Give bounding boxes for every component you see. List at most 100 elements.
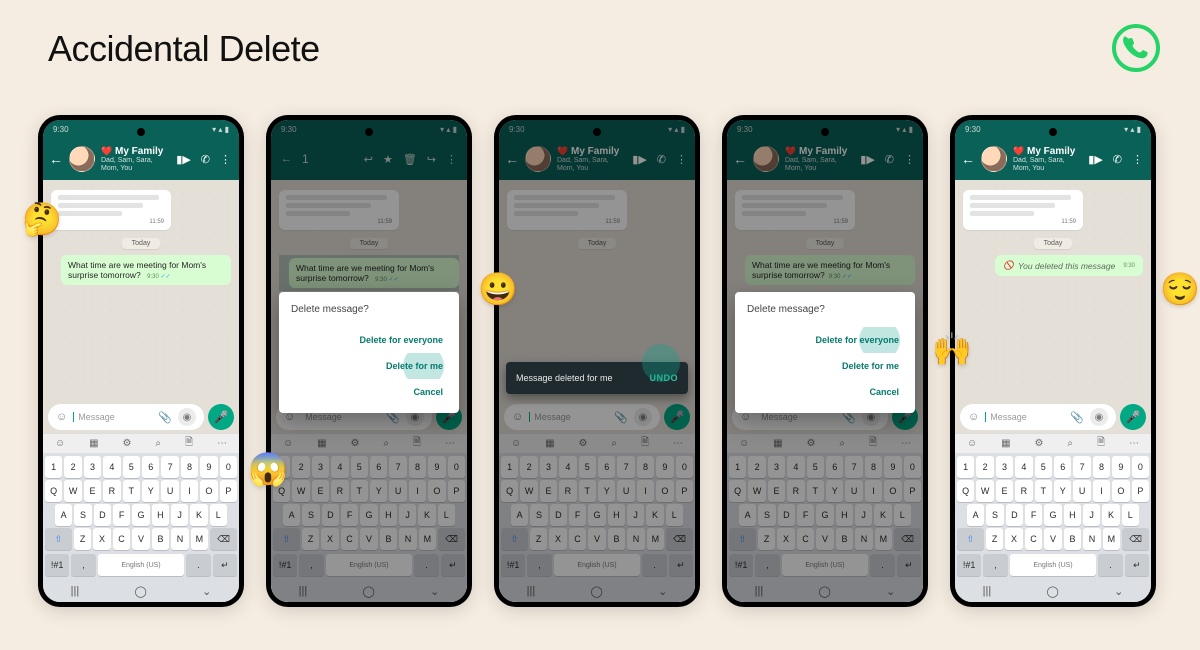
key-t[interactable]: T [123,480,140,502]
key-m[interactable]: M [191,528,208,550]
key-e[interactable]: E [996,480,1013,502]
key-3[interactable]: 3 [996,456,1013,478]
key-s[interactable]: S [74,504,91,526]
key-w[interactable]: W [976,480,993,502]
key-6[interactable]: 6 [142,456,159,478]
cancel-button[interactable]: Cancel [291,379,447,405]
key-j[interactable]: J [171,504,188,526]
key-4[interactable]: 4 [1015,456,1032,478]
key-o[interactable]: O [200,480,217,502]
key-g[interactable]: G [132,504,149,526]
key-k[interactable]: K [1102,504,1119,526]
delete-for-me-button[interactable]: Delete for me [747,353,903,379]
space-key[interactable]: English (US) [98,554,185,576]
emoji-tab-icon[interactable]: ☺ [55,438,65,449]
key-2[interactable]: 2 [64,456,81,478]
key-o[interactable]: O [1112,480,1129,502]
enter-key[interactable]: ↵ [213,554,237,576]
deleted-message[interactable]: 🚫 You deleted this message 9:30 [995,255,1143,276]
backspace-key[interactable]: ⌫ [1122,528,1149,550]
more-icon[interactable]: ⋮ [220,153,231,166]
attach-icon[interactable]: 📎 [158,411,172,424]
key-4[interactable]: 4 [103,456,120,478]
voice-call-icon[interactable]: ✆ [1113,153,1122,166]
home-icon[interactable]: ◯ [135,585,147,598]
key-u[interactable]: U [161,480,178,502]
translate-tab-icon[interactable]: 🗎 [185,435,193,452]
emoji-icon[interactable]: ☺ [968,411,979,423]
enter-key[interactable]: ↵ [1125,554,1149,576]
key-9[interactable]: 9 [200,456,217,478]
keyboard-toolbar[interactable]: ☺▦⚙⌕🗎⋯ [955,433,1151,453]
emoji-icon[interactable]: ☺ [56,411,67,423]
key-d[interactable]: D [94,504,111,526]
search-tab-icon[interactable]: ⌕ [155,438,161,449]
key-r[interactable]: R [1015,480,1032,502]
key-a[interactable]: A [967,504,984,526]
backspace-key[interactable]: ⌫ [210,528,237,550]
voice-call-icon[interactable]: ✆ [201,153,210,166]
chat-body[interactable]: 11:59 Today 🚫 You deleted this message 9… [955,180,1151,400]
key-b[interactable]: B [1064,528,1081,550]
key-q[interactable]: Q [45,480,62,502]
more-icon[interactable]: ⋮ [1132,153,1143,166]
key-y[interactable]: Y [1054,480,1071,502]
key-f[interactable]: F [113,504,130,526]
comma-key[interactable]: , [983,554,1007,576]
key-8[interactable]: 8 [1093,456,1110,478]
android-navbar[interactable]: |||◯⌄ [955,580,1151,602]
key-l[interactable]: L [1122,504,1139,526]
key-8[interactable]: 8 [181,456,198,478]
key-n[interactable]: N [171,528,188,550]
key-r[interactable]: R [103,480,120,502]
cancel-button[interactable]: Cancel [747,379,903,405]
key-e[interactable]: E [84,480,101,502]
back-nav-icon[interactable]: ⌄ [1114,585,1123,598]
key-u[interactable]: U [1073,480,1090,502]
key-5[interactable]: 5 [123,456,140,478]
shift-key[interactable]: ⇧ [45,528,72,550]
key-c[interactable]: C [1025,528,1042,550]
key-i[interactable]: I [1093,480,1110,502]
keyboard[interactable]: 1234567890QWERTYUIOP ASDFGHJKL ⇧ZXCVBNM⌫… [955,453,1151,580]
key-c[interactable]: C [113,528,130,550]
message-input[interactable]: ☺ Message 📎 ◉ [48,404,204,430]
keyboard-toolbar[interactable]: ☺▦⚙⌕🗎⋯ [43,433,239,453]
key-a[interactable]: A [55,504,72,526]
key-9[interactable]: 9 [1112,456,1129,478]
key-0[interactable]: 0 [1132,456,1149,478]
delete-for-everyone-button[interactable]: Delete for everyone [747,327,903,353]
camera-icon[interactable]: ◉ [1090,408,1108,426]
android-navbar[interactable]: ||| ◯ ⌄ [43,580,239,602]
key-k[interactable]: K [190,504,207,526]
symbols-key[interactable]: !#1 [957,554,981,576]
key-i[interactable]: I [181,480,198,502]
back-icon[interactable]: ← [961,151,975,167]
key-n[interactable]: N [1083,528,1100,550]
key-x[interactable]: X [93,528,110,550]
chat-titles[interactable]: ❤️ My Family Dad, Sam, Sara, Mom, You [101,146,170,172]
key-f[interactable]: F [1025,504,1042,526]
key-q[interactable]: Q [957,480,974,502]
key-d[interactable]: D [1006,504,1023,526]
more-tab-icon[interactable]: ⋯ [217,438,227,449]
settings-tab-icon[interactable]: ⚙ [123,438,132,449]
back-icon[interactable]: ← [49,151,63,167]
key-7[interactable]: 7 [1073,456,1090,478]
back-nav-icon[interactable]: ⌄ [202,585,211,598]
period-key[interactable]: . [1098,554,1122,576]
delete-for-me-button[interactable]: Delete for me [291,353,447,379]
delete-for-everyone-button[interactable]: Delete for everyone [291,327,447,353]
home-icon[interactable]: ◯ [1047,585,1059,598]
attach-icon[interactable]: 📎 [1070,411,1084,424]
shift-key[interactable]: ⇧ [957,528,984,550]
key-y[interactable]: Y [142,480,159,502]
comma-key[interactable]: , [71,554,95,576]
key-2[interactable]: 2 [976,456,993,478]
key-w[interactable]: W [64,480,81,502]
chat-body[interactable]: 11:59 Today What time are we meeting for… [43,180,239,400]
key-3[interactable]: 3 [84,456,101,478]
recent-apps-icon[interactable]: ||| [71,585,80,597]
period-key[interactable]: . [186,554,210,576]
key-p[interactable]: P [220,480,237,502]
